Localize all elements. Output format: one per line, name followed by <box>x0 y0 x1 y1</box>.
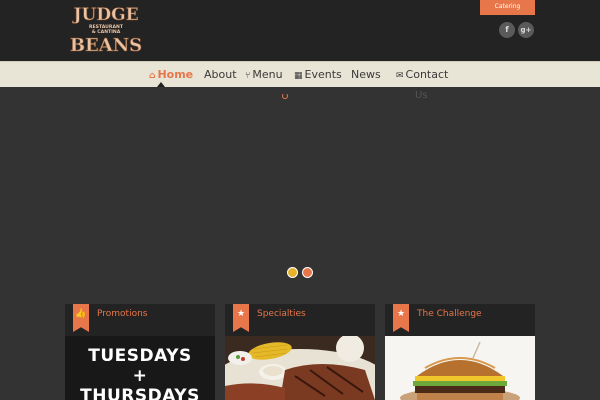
challenge-burger-image <box>385 336 535 400</box>
active-nav-pointer <box>157 82 165 87</box>
nav-item-menu[interactable]: ⑂ Menu <box>245 68 283 81</box>
home-icon: ⌂ <box>149 71 156 81</box>
specialties-food-image <box>225 336 375 400</box>
catering-label: Catering <box>494 3 521 10</box>
promotions-banner: TUESDAYS + THURSDAYS <box>65 336 215 400</box>
nav-item-events[interactable]: ▦ Events <box>294 68 342 81</box>
card-title-specialties: Specialties <box>257 309 306 319</box>
nav-item-home[interactable]: ⌂ Home <box>149 68 193 81</box>
card-title-challenge: The Challenge <box>417 309 482 319</box>
facebook-icon[interactable]: f <box>499 22 515 38</box>
catering-button[interactable]: Catering <box>480 0 535 15</box>
calendar-icon: ▦ <box>294 71 303 81</box>
nav-item-about[interactable]: About <box>204 68 237 81</box>
nav-item-news[interactable]: News <box>351 68 381 81</box>
promo-line-1: TUESDAYS <box>88 346 192 366</box>
slider-dot-1[interactable] <box>287 267 298 278</box>
challenge-card[interactable]: ★ The Challenge <box>385 304 535 400</box>
promo-line-3: THURSDAYS <box>80 386 200 400</box>
thumbs-up-icon: 👍 <box>73 304 89 332</box>
nav-contact-overflow[interactable]: Us <box>415 90 428 101</box>
utensils-icon: ⑂ <box>245 71 251 81</box>
nav-item-contact[interactable]: ✉ Contact <box>396 68 448 81</box>
logo-line-4: BEANS <box>70 35 142 56</box>
site-header: JUDGE RESTAURANT & CANTINA BEANS Caterin… <box>0 0 600 61</box>
loading-spinner <box>282 93 288 99</box>
star-icon: ★ <box>393 304 409 332</box>
star-icon: ★ <box>233 304 249 332</box>
card-title-promotions: Promotions <box>97 309 148 319</box>
google-plus-icon[interactable]: g+ <box>518 22 534 38</box>
specialties-card[interactable]: ★ Specialties <box>225 304 375 400</box>
logo-line-1: JUDGE <box>71 5 138 25</box>
promo-line-2: + <box>132 366 148 386</box>
judge-beans-logo[interactable]: JUDGE RESTAURANT & CANTINA BEANS <box>66 3 146 57</box>
main-nav: ⌂ Home About ⑂ Menu ▦ Events News ✉ Contact <box>0 61 600 87</box>
promotions-card[interactable]: 👍 Promotions TUESDAYS + THURSDAYS <box>65 304 215 400</box>
envelope-icon: ✉ <box>396 71 404 81</box>
slider-dot-2[interactable] <box>302 267 313 278</box>
